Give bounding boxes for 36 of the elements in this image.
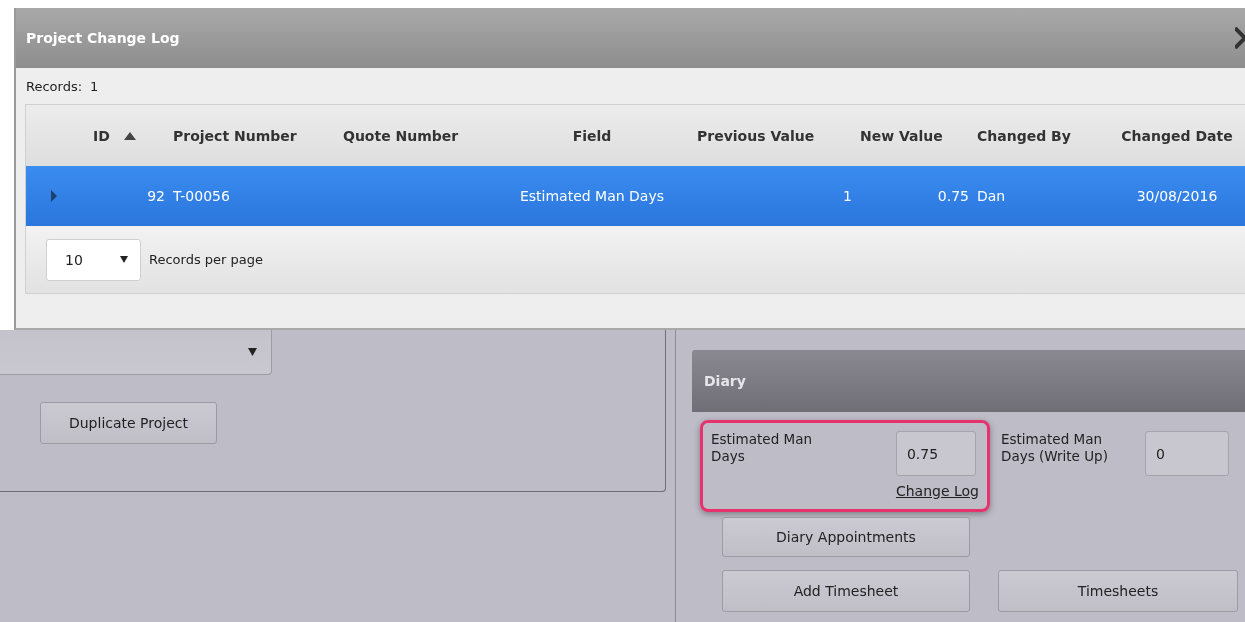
action-button[interactable]: Timesheets (998, 570, 1238, 612)
action-button[interactable]: Add Timesheet (722, 570, 970, 612)
action-button[interactable]: Diary Appointments (722, 517, 970, 557)
table-cell-text: T-00056 (172, 188, 231, 204)
diary-title: Diary (704, 373, 746, 389)
dropdown-caret-icon (120, 256, 128, 263)
expand-icon[interactable] (50, 190, 58, 202)
duplicate-project-button[interactable]: Duplicate Project (40, 402, 217, 444)
column-header[interactable]: Changed Date (1109, 127, 1245, 144)
records-count: 1 (90, 78, 99, 94)
page-size-select[interactable]: 10 (46, 238, 141, 281)
table-cell-text: 0.75 (936, 188, 970, 204)
records-per-page-label: Records per page (149, 252, 264, 267)
table-cell-text: 92 (146, 188, 166, 204)
input-field[interactable]: 0.75 (895, 431, 976, 476)
column-header[interactable]: Project Number (169, 127, 339, 144)
column-header[interactable]: Quote Number (339, 127, 491, 144)
column-header[interactable]: Changed By (973, 127, 1109, 144)
table-cell-text: Estimated Man Days (518, 188, 666, 204)
column-header[interactable]: Previous Value (693, 127, 856, 144)
dropdown-caret-icon (248, 348, 257, 356)
table-row[interactable]: 92 T-00056 Estimated Man Days 1 0.75 Dan 30/08/2016 (26, 166, 1245, 226)
change-log-link[interactable]: Change Log (895, 483, 979, 499)
table-cell-text: Dan (976, 188, 1007, 204)
input-field[interactable]: 0 (1145, 431, 1229, 476)
field-label: Estimated Man Days (Write Up) (1001, 431, 1109, 466)
field-label: Estimated Man Days (711, 431, 813, 466)
column-header[interactable]: New Value (856, 127, 973, 144)
dropdown[interactable] (0, 330, 272, 375)
table-cell-text: 1 (842, 188, 853, 204)
column-header[interactable]: Field (491, 127, 693, 144)
dialog-title: Project Change Log (26, 30, 180, 46)
column-header[interactable]: ID (86, 127, 169, 144)
records-label: Records: (26, 78, 83, 94)
table-cell-text: 30/08/2016 (1135, 188, 1219, 204)
close-icon[interactable] (1235, 27, 1245, 49)
